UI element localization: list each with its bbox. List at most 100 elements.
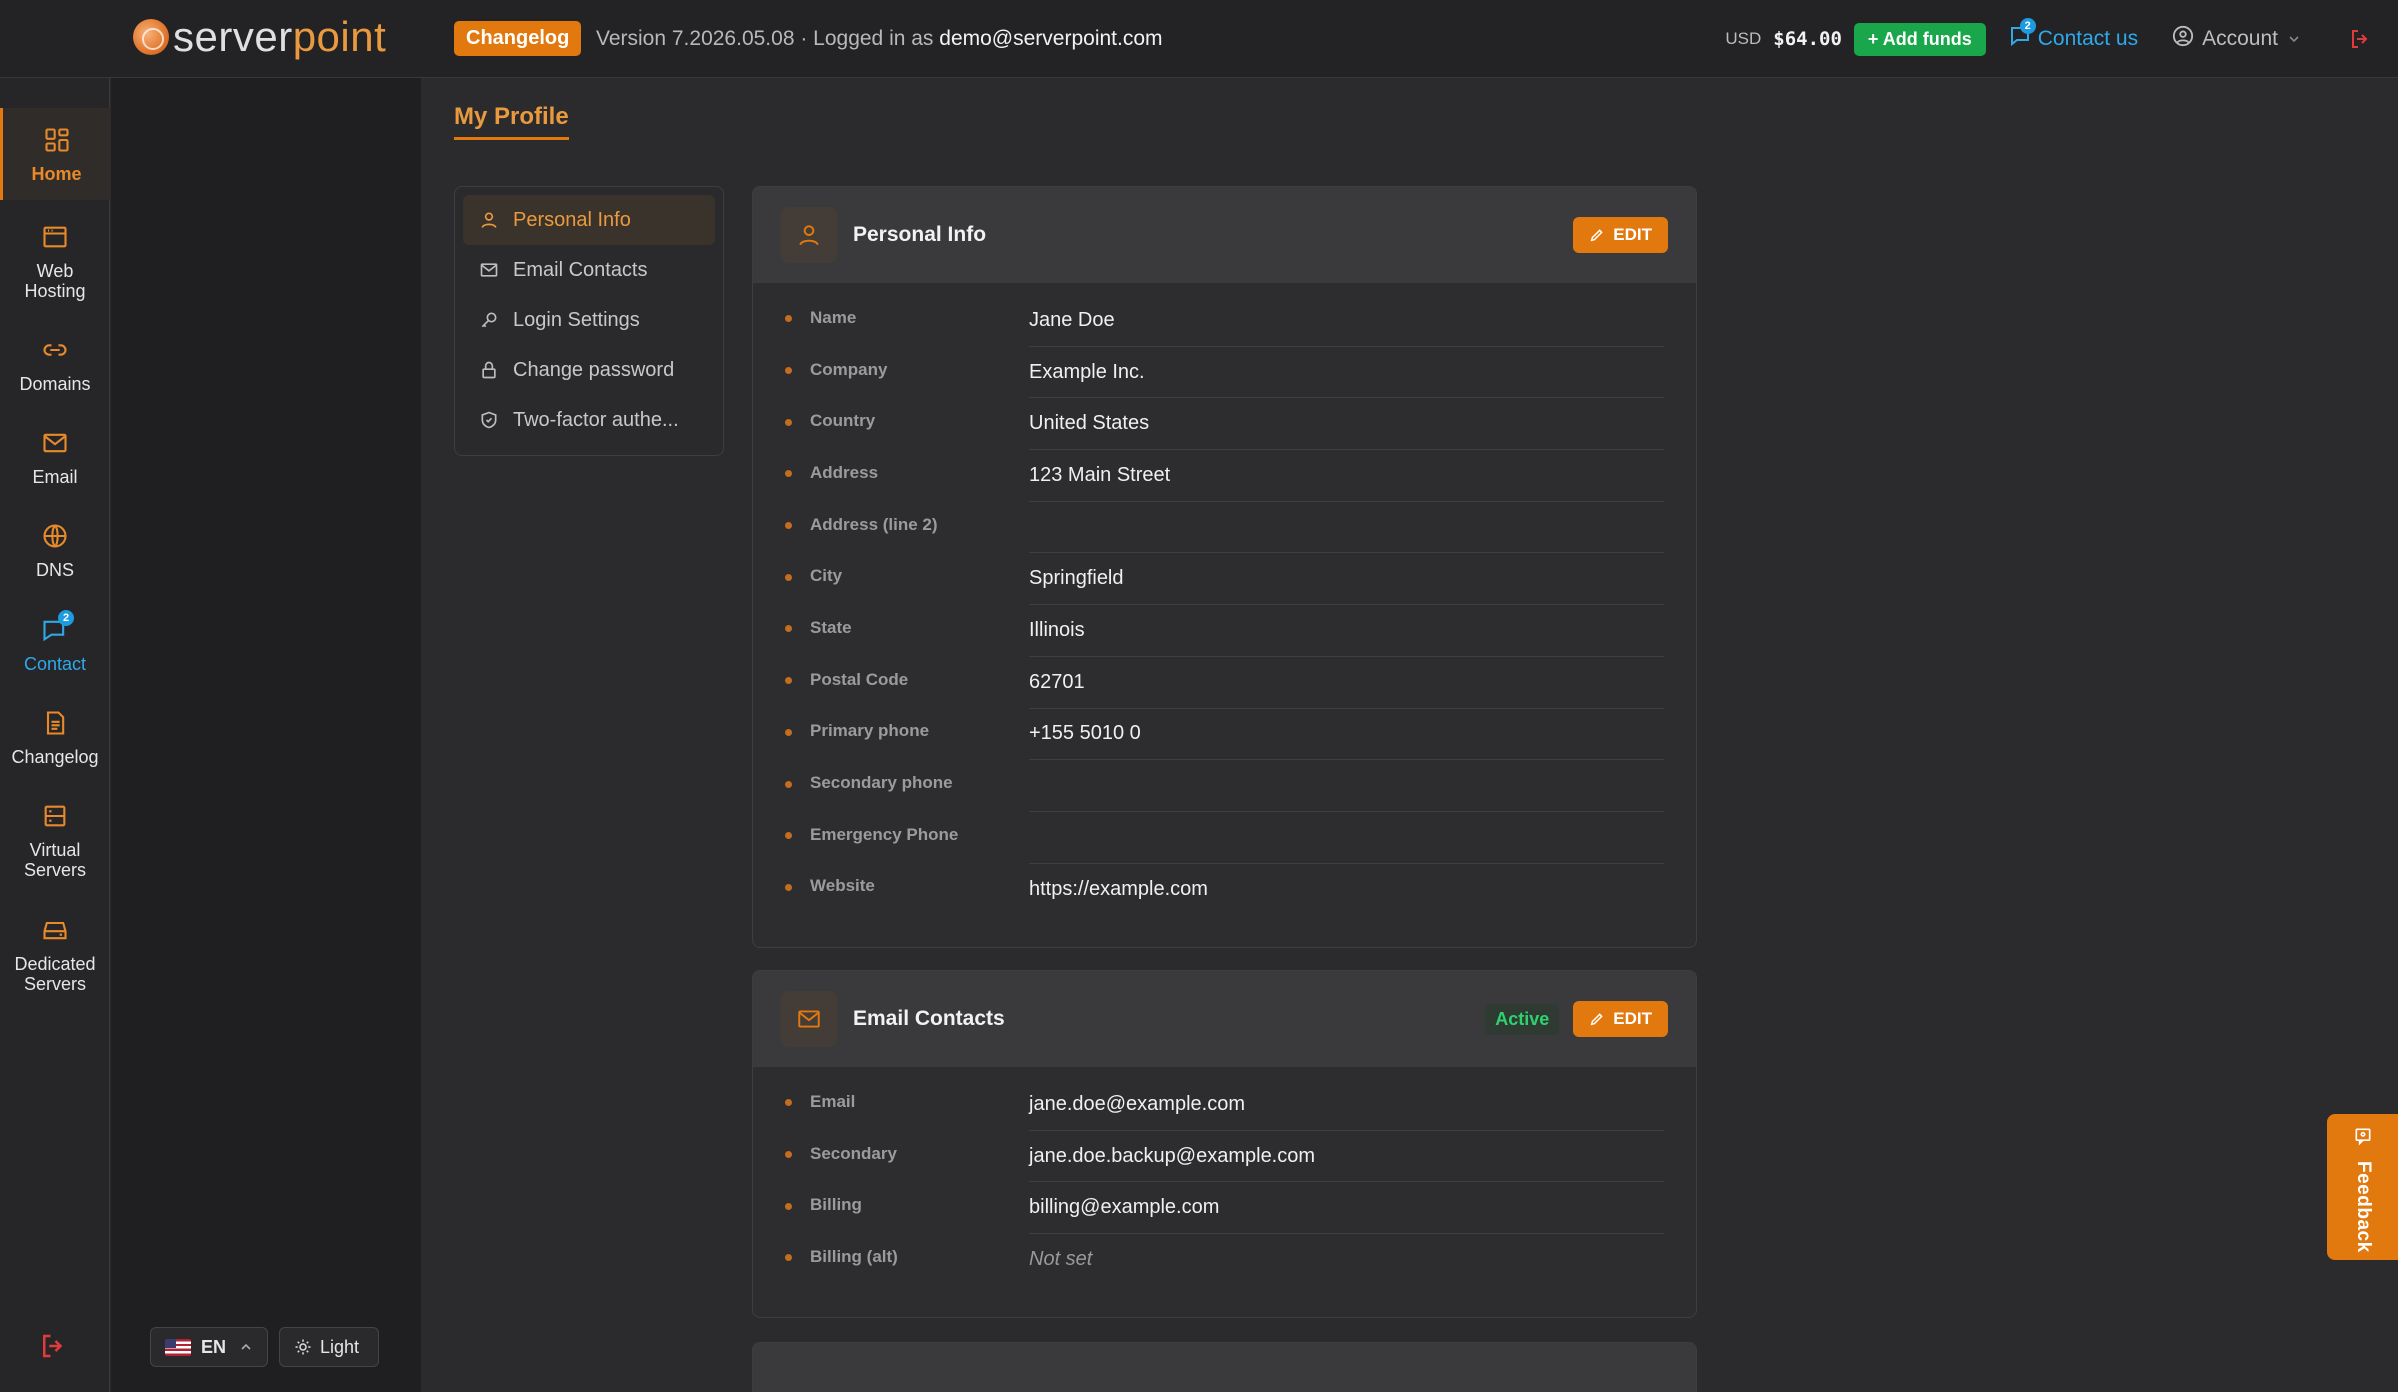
subnav-label: Two-factor authe... — [513, 408, 679, 431]
sun-icon — [294, 1338, 312, 1356]
feedback-icon — [2353, 1126, 2373, 1151]
card-title: Email Contacts — [853, 1007, 1005, 1030]
language-selector[interactable]: EN — [150, 1327, 268, 1367]
profile-subnav: Personal Info Email Contacts Login Setti… — [454, 186, 724, 456]
link-icon — [41, 336, 69, 368]
personal-info-fields: Name Jane Doe Company Example Inc. Country… — [753, 283, 1696, 915]
sidebar-item-changelog[interactable]: Changelog — [0, 709, 110, 767]
account-label: Account — [2202, 27, 2278, 50]
subnav-personal-info[interactable]: Personal Info — [463, 195, 715, 245]
field-label: Postal Code — [810, 669, 909, 689]
sidebar-item-label: Dedicated Servers — [14, 954, 96, 994]
sidebar-item-label: Changelog — [11, 747, 99, 767]
sidebar-item-label: Domains — [19, 374, 91, 394]
field-value: Springfield — [1029, 553, 1664, 606]
field-row-secondary-phone: Secondary phone — [785, 760, 1664, 812]
subnav-label: Change password — [513, 358, 675, 381]
field-value — [1029, 760, 1664, 812]
contact-badge: 2 — [58, 610, 74, 626]
field-label: Website — [810, 876, 875, 896]
user-icon — [479, 210, 499, 230]
card-title: Personal Info — [853, 223, 987, 246]
card-header: Email Contacts Active EDIT — [753, 971, 1696, 1067]
user-icon — [781, 207, 837, 263]
field-value: Example Inc. — [1029, 347, 1664, 399]
field-value: Illinois — [1029, 605, 1664, 657]
sidebar-item-dns[interactable]: DNS — [0, 522, 110, 580]
field-row-state: State Illinois — [785, 605, 1664, 657]
field-label: Secondary phone — [810, 773, 953, 793]
sidebar-item-virtual-servers[interactable]: Virtual Servers — [0, 802, 110, 880]
field-row-address-line-2: Address (line 2) — [785, 502, 1664, 554]
subnav-label: Personal Info — [513, 208, 631, 231]
field-label: Address — [810, 462, 879, 482]
key-icon — [479, 310, 499, 330]
serverpoint-logo[interactable]: serverpoint — [133, 16, 386, 58]
theme-toggle[interactable]: Light — [279, 1327, 379, 1367]
sidebar-item-dedicated-servers[interactable]: Dedicated Servers — [0, 916, 110, 994]
user-circle-icon — [2172, 25, 2194, 53]
field-row-secondary: Secondary jane.doe.backup@example.com — [785, 1131, 1664, 1183]
version-text: Version 7.2026.05.08 · Logged in as — [596, 27, 934, 50]
logout-icon[interactable] — [2348, 27, 2372, 51]
language-label: EN — [201, 1336, 227, 1357]
feedback-tab[interactable]: Feedback — [2327, 1114, 2398, 1260]
field-label: Email — [810, 1091, 856, 1111]
logo-text-server: server — [173, 13, 293, 60]
field-row-company: Company Example Inc. — [785, 347, 1664, 399]
secondary-panel — [111, 78, 421, 1392]
subnav-two-factor[interactable]: Two-factor authe... — [463, 395, 715, 445]
field-label: Country — [810, 411, 876, 431]
field-row-billing-alt: Billing (alt) Not set — [785, 1234, 1664, 1286]
browser-icon — [41, 223, 69, 255]
sidebar-item-label: Web Hosting — [24, 261, 86, 301]
account-balance: $64.00 — [1773, 28, 1842, 50]
sidebar-item-contact[interactable]: 2 Contact — [0, 610, 110, 674]
field-row-primary-phone: Primary phone +155 5010 0 — [785, 709, 1664, 761]
edit-email-contacts-button[interactable]: EDIT — [1573, 1001, 1668, 1037]
field-label: State — [810, 617, 852, 637]
sidebar-item-web-hosting[interactable]: Web Hosting — [0, 223, 110, 301]
sidebar-item-label: Virtual Servers — [23, 840, 86, 880]
edit-label: EDIT — [1613, 1009, 1652, 1028]
field-label: City — [810, 566, 843, 586]
account-menu[interactable]: Account — [2172, 25, 2300, 53]
edit-personal-info-button[interactable]: EDIT — [1573, 217, 1668, 253]
subnav-change-password[interactable]: Change password — [463, 345, 715, 395]
main-sidebar: Home Web Hosting Domains Email DNS 2 Con… — [0, 78, 110, 1392]
subnav-label: Email Contacts — [513, 258, 648, 281]
field-value: https://example.com — [1029, 877, 1208, 900]
add-funds-button[interactable]: + Add funds — [1853, 22, 1986, 56]
edit-label: EDIT — [1613, 225, 1652, 244]
field-value: +155 5010 0 — [1029, 709, 1664, 761]
feedback-label: Feedback — [2353, 1161, 2374, 1253]
sidebar-item-label: Home — [31, 164, 82, 184]
subnav-login-settings[interactable]: Login Settings — [463, 295, 715, 345]
sidebar-item-label: DNS — [35, 560, 74, 580]
field-value — [1029, 812, 1664, 864]
field-row-website: Website https://example.com — [785, 864, 1664, 916]
field-label: Address (line 2) — [810, 514, 938, 534]
changelog-button[interactable]: Changelog — [454, 21, 582, 56]
sidebar-item-home[interactable]: Home — [0, 108, 110, 200]
logo-text-point: point — [292, 13, 387, 60]
sidebar-item-label: Contact — [23, 654, 87, 674]
field-value: billing@example.com — [1029, 1182, 1664, 1235]
sidebar-item-domains[interactable]: Domains — [0, 336, 110, 394]
sidebar-logout-icon[interactable] — [38, 1331, 68, 1366]
field-label: Secondary — [810, 1143, 897, 1163]
top-bar-right: USD $64.00 + Add funds 2 Contact us Acco… — [1725, 0, 2398, 78]
logged-in-email: demo@serverpoint.com — [939, 27, 1163, 50]
sidebar-item-email[interactable]: Email — [0, 429, 110, 487]
personal-info-card: Personal Info EDIT Name Jane Doe Company E… — [752, 186, 1697, 948]
chevron-up-icon — [240, 1341, 252, 1353]
field-value: jane.doe.backup@example.com — [1029, 1131, 1664, 1183]
email-contacts-card: Email Contacts Active EDIT Email jane.doe… — [752, 970, 1697, 1318]
subnav-email-contacts[interactable]: Email Contacts — [463, 245, 715, 295]
contact-us-link[interactable]: 2 Contact us — [2008, 18, 2138, 54]
field-value: Not set — [1029, 1248, 1093, 1271]
chat-icon: 2 — [2008, 18, 2036, 54]
theme-label: Light — [320, 1336, 360, 1357]
logo-globe-icon — [133, 19, 169, 55]
top-bar: serverpoint Changelog Version 7.2026.05.… — [0, 0, 2398, 78]
